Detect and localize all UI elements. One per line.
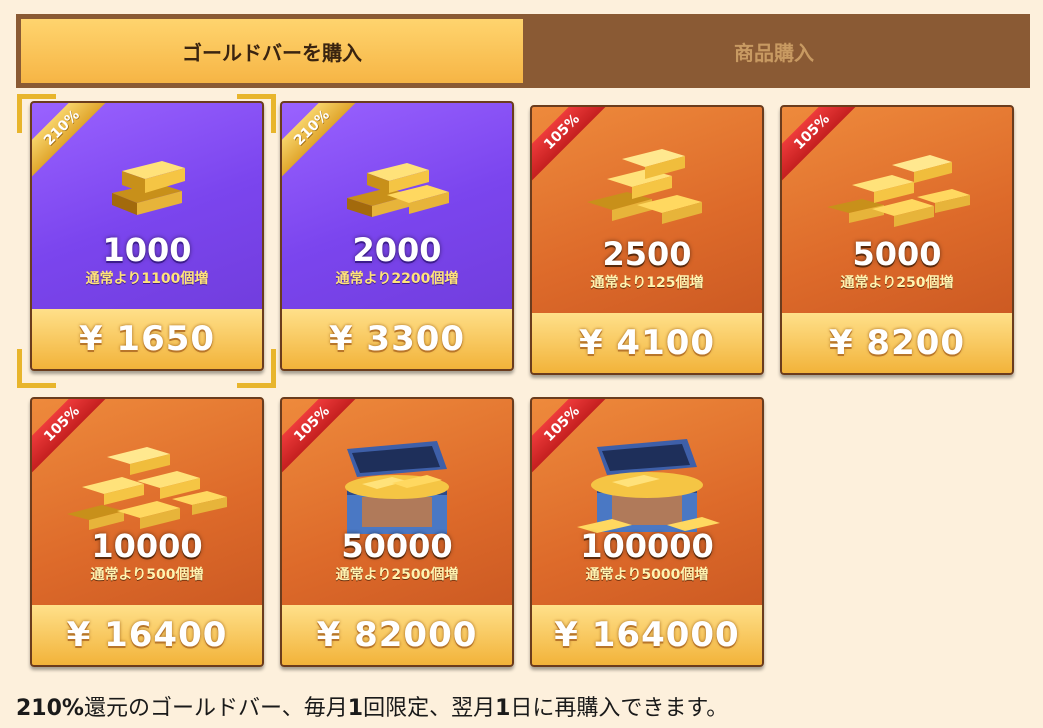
selection-corner-bl — [17, 349, 56, 388]
note-bold-percent: 210% — [16, 696, 84, 721]
price-button[interactable]: ¥ 1650 — [32, 309, 262, 369]
gold-bars-pile-icon — [827, 155, 970, 227]
note-bold-2: 1 — [495, 696, 511, 721]
tab-bar: ゴールドバーを購入 商品購入 — [16, 14, 1030, 88]
gold-bars-heap-icon — [67, 447, 227, 530]
gold-bars-stack-icon — [587, 149, 702, 224]
tab-buy-items[interactable]: 商品購入 — [523, 19, 1025, 83]
selection-corner-tl — [17, 94, 56, 133]
bonus-text: 通常より5000個増 — [585, 567, 709, 583]
treasure-chest-large-icon — [577, 439, 720, 533]
treasure-chest-icon — [345, 441, 449, 534]
gold-amount: 2500 — [602, 235, 692, 273]
product-card-5000[interactable]: 105% 5000 通常より250個増 ¥ 8200 — [780, 105, 1014, 375]
bonus-text: 通常より250個増 — [840, 275, 954, 291]
product-card-100000[interactable]: 105% 100000 通常より5000個増 ¥ 164000 — [530, 397, 764, 667]
price-button[interactable]: ¥ 3300 — [282, 309, 512, 369]
bonus-text: 通常より2200個増 — [335, 271, 459, 287]
gold-bars-medium-icon — [347, 163, 449, 217]
gold-amount: 100000 — [580, 527, 714, 565]
note-bold-1: 1 — [347, 696, 364, 721]
gold-amount: 10000 — [91, 527, 203, 565]
note-text-1: 還元のゴールドバー、毎月 — [83, 696, 348, 721]
product-card-50000[interactable]: 105% 50000 通常より2500個増 ¥ 82000 — [280, 397, 514, 667]
purchase-note: 210%還元のゴールドバー、毎月1回限定、翌月1日に再購入できます。 — [16, 690, 728, 722]
product-card-10000[interactable]: 105% 10000 通常より500個増 ¥ 16400 — [30, 397, 264, 667]
gold-amount: 50000 — [341, 527, 453, 565]
price-button[interactable]: ¥ 82000 — [282, 605, 512, 665]
selection-corner-br — [237, 349, 276, 388]
price-button[interactable]: ¥ 16400 — [32, 605, 262, 665]
bonus-text: 通常より1100個増 — [85, 271, 209, 287]
gold-amount: 1000 — [102, 231, 192, 269]
price-button[interactable]: ¥ 4100 — [532, 313, 762, 373]
gold-bars-small-icon — [112, 161, 185, 215]
bonus-text: 通常より125個増 — [590, 275, 704, 291]
price-button[interactable]: ¥ 8200 — [782, 313, 1012, 373]
product-card-2000[interactable]: 210% 2000 通常より2200個増 ¥ 3300 — [280, 101, 514, 371]
bonus-text: 通常より500個増 — [90, 567, 204, 583]
bonus-text: 通常より2500個増 — [335, 567, 459, 583]
product-card-2500[interactable]: 105% 2500 通常より125個増 ¥ 4100 — [530, 105, 764, 375]
gold-amount: 2000 — [352, 231, 442, 269]
note-text-3: 日に再購入できます。 — [510, 696, 729, 721]
price-button[interactable]: ¥ 164000 — [532, 605, 762, 665]
selection-corner-tr — [237, 94, 276, 133]
gold-amount: 5000 — [852, 235, 942, 273]
note-text-2: 回限定、翌月 — [363, 696, 496, 721]
tab-buy-gold-bars[interactable]: ゴールドバーを購入 — [21, 19, 523, 83]
product-card-1000[interactable]: 210% 1000 通常より1100個増 ¥ 1650 — [30, 101, 264, 371]
